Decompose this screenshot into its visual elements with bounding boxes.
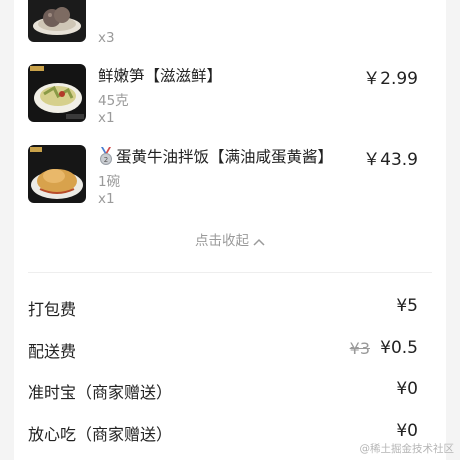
item-quantity: x1: [98, 110, 115, 126]
fee-value: ¥5: [396, 296, 418, 316]
item-quantity: x1: [98, 191, 115, 207]
fee-value: ¥0.5: [380, 338, 418, 358]
item-name-with-badge: 2 蛋黄牛油拌饭【满油咸蛋黄酱】: [98, 145, 333, 167]
fee-original-price: ¥3: [349, 339, 370, 358]
fee-value: ¥0: [396, 379, 418, 399]
item-quantity: x3: [98, 30, 115, 46]
fee-label: 放心吃（商家赠送）: [28, 425, 173, 444]
divider: [28, 272, 432, 273]
fee-label: 打包费: [28, 300, 77, 319]
watermark: @稀土掘金技术社区: [359, 443, 455, 455]
meatball-dish-image: [28, 0, 86, 42]
item-spec: 45克: [98, 93, 129, 109]
bamboo-shoot-dish-image: [28, 64, 86, 122]
chevron-up-icon: [253, 238, 265, 246]
collapse-toggle[interactable]: 点击收起: [14, 229, 446, 249]
fee-row-packaging: 打包费 ¥5: [28, 296, 432, 320]
fee-label: 配送费: [28, 342, 77, 361]
order-items-card: x3 鲜嫩笋【滋滋鲜】 ￥2.99 45克 x1 2 蛋黄牛油拌饭【满油咸蛋黄酱…: [14, 0, 446, 460]
svg-text:2: 2: [104, 156, 108, 164]
fee-value: ¥0: [396, 421, 418, 441]
item-price: ￥2.99: [363, 69, 418, 89]
fee-label: 准时宝（商家赠送）: [28, 383, 173, 402]
fee-row-delivery: 配送费 ¥3 ¥0.5: [28, 338, 432, 362]
item-name: 鲜嫩笋【滋滋鲜】: [98, 67, 223, 85]
collapse-label: 点击收起: [195, 233, 249, 249]
egg-yolk-rice-image: [28, 145, 86, 203]
item-spec: 1碗: [98, 174, 121, 190]
item-name: 蛋黄牛油拌饭【满油咸蛋黄酱】: [116, 148, 334, 166]
item-price: ￥43.9: [363, 150, 418, 170]
silver-medal-2-icon: 2: [100, 147, 112, 165]
fee-row-on-time-guarantee[interactable]: 准时宝（商家赠送） ¥0: [28, 379, 432, 403]
